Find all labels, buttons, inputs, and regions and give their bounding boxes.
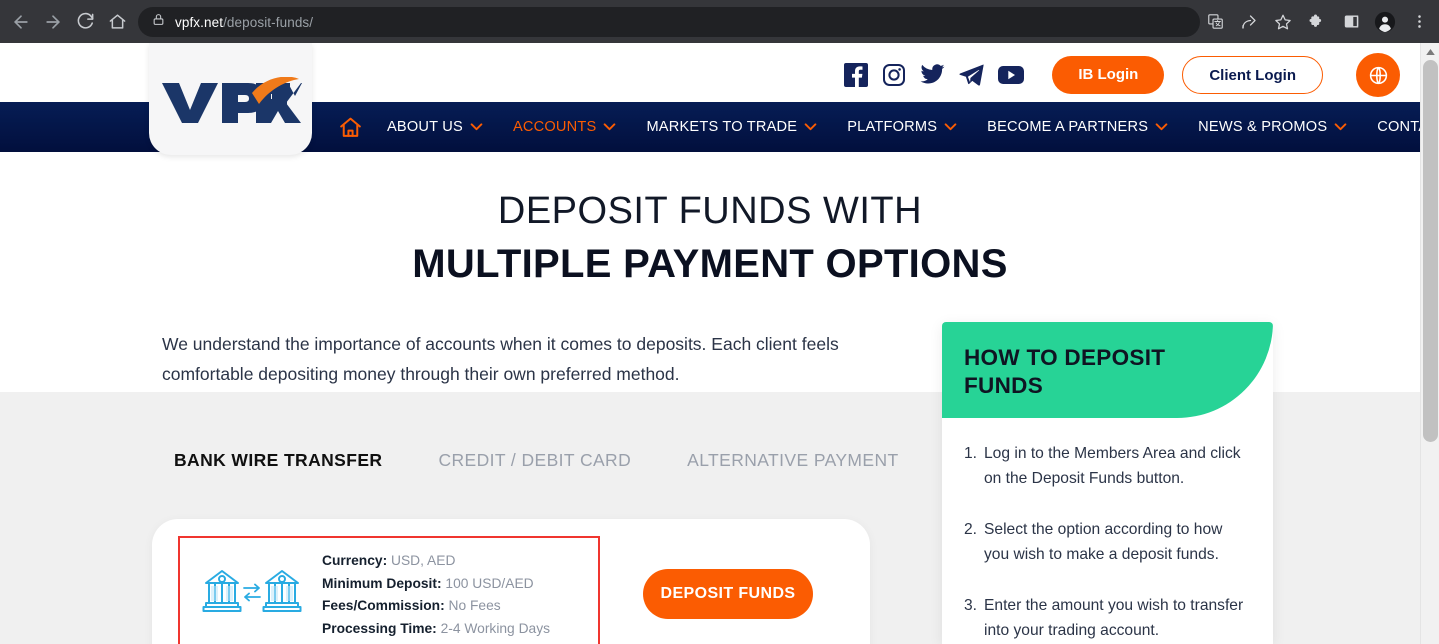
twitter-icon[interactable] [920, 64, 945, 86]
step-text: Select the option according to how you w… [984, 521, 1223, 563]
detail-value: 2-4 Working Days [440, 620, 551, 636]
share-icon[interactable] [1233, 6, 1265, 38]
payment-method-tabs: BANK WIRE TRANSFER CREDIT / DEBIT CARD A… [174, 450, 899, 471]
star-icon[interactable] [1267, 6, 1299, 38]
nav-item-about-us[interactable]: ABOUT US [387, 119, 483, 135]
how-to-deposit-panel: HOW TO DEPOSIT FUNDS 1. Log in to the Me… [942, 322, 1273, 644]
step-text: Log in to the Members Area and click on … [984, 445, 1241, 487]
nav-item-become-a-partners[interactable]: BECOME A PARTNERS [987, 119, 1168, 135]
step-item: 1. Log in to the Members Area and click … [964, 441, 1251, 491]
nav-label: BECOME A PARTNERS [987, 119, 1149, 135]
step-number: 2. [964, 521, 978, 538]
detail-row-minimum-deposit: Minimum Deposit: 100 USD/AED [322, 573, 550, 596]
nav-item-platforms[interactable]: PLATFORMS [847, 119, 957, 135]
url-host: vpfx.net [175, 14, 224, 30]
back-arrow-icon[interactable] [6, 7, 36, 37]
nav-item-contact[interactable]: CONTACT [1377, 119, 1420, 135]
deposit-funds-button[interactable]: DEPOSIT FUNDS [643, 569, 813, 619]
how-to-deposit-steps: 1. Log in to the Members Area and click … [942, 418, 1273, 643]
nav-label: NEWS & PROMOS [1198, 119, 1328, 135]
page-title-line2: MULTIPLE PAYMENT OPTIONS [412, 242, 1008, 286]
social-links [844, 63, 1025, 87]
nav-home-icon[interactable] [338, 115, 363, 140]
nav-label: PLATFORMS [847, 119, 938, 135]
nav-label: MARKETS TO TRADE [646, 119, 798, 135]
step-number: 3. [964, 597, 978, 614]
how-to-deposit-header: HOW TO DEPOSIT FUNDS [942, 322, 1273, 418]
side-panel-icon[interactable] [1335, 6, 1367, 38]
detail-row-fees-commission: Fees/Commission: No Fees [322, 595, 550, 618]
detail-value: 100 USD/AED [445, 575, 534, 591]
chevron-down-icon [804, 123, 817, 131]
hero-paragraph: We understand the importance of accounts… [162, 334, 839, 384]
tab-credit-debit-card[interactable]: CREDIT / DEBIT CARD [438, 450, 631, 471]
address-bar[interactable]: vpfx.net/deposit-funds/ [138, 7, 1200, 37]
url-path: /deposit-funds/ [223, 14, 314, 30]
bank-wire-detail-rows: Currency: USD, AED Minimum Deposit: 100 … [322, 550, 550, 640]
reload-icon[interactable] [70, 7, 100, 37]
browser-nav-buttons [0, 7, 132, 37]
puzzle-icon[interactable] [1301, 6, 1333, 38]
tab-alternative-payment[interactable]: ALTERNATIVE PAYMENT [687, 450, 898, 471]
bank-transfer-icon [202, 565, 302, 626]
step-item: 3. Enter the amount you wish to transfer… [964, 593, 1251, 643]
detail-row-processing-time: Processing Time: 2-4 Working Days [322, 618, 550, 641]
payment-method-card: Currency: USD, AED Minimum Deposit: 100 … [152, 519, 870, 644]
detail-label: Currency: [322, 553, 388, 568]
step-text: Enter the amount you wish to transfer in… [984, 597, 1244, 639]
chevron-down-icon [604, 123, 616, 131]
chevron-down-icon [470, 123, 483, 131]
browser-toolbar: vpfx.net/deposit-funds/ [0, 0, 1439, 43]
detail-row-currency: Currency: USD, AED [322, 550, 550, 573]
nav-item-markets-to-trade[interactable]: MARKETS TO TRADE [646, 119, 817, 135]
translate-icon[interactable] [1199, 6, 1231, 38]
detail-label: Minimum Deposit: [322, 575, 442, 591]
nav-label: CONTACT [1377, 119, 1420, 135]
step-number: 1. [964, 445, 978, 462]
scrollbar-up-arrow[interactable] [1421, 43, 1439, 60]
browser-action-icons [1199, 0, 1435, 43]
nav-label: ABOUT US [387, 119, 463, 135]
globe-icon[interactable] [1356, 53, 1400, 97]
step-item: 2. Select the option according to how yo… [964, 517, 1251, 567]
telegram-icon[interactable] [959, 64, 984, 86]
site-logo[interactable] [149, 43, 312, 155]
tab-bank-wire-transfer[interactable]: BANK WIRE TRANSFER [174, 450, 382, 471]
how-to-deposit-title: HOW TO DEPOSIT FUNDS [964, 345, 1166, 398]
ib-login-button[interactable]: IB Login [1052, 56, 1165, 94]
nav-item-accounts[interactable]: ACCOUNTS [513, 119, 617, 135]
detail-value: No Fees [448, 598, 501, 613]
url-text: vpfx.net/deposit-funds/ [175, 15, 313, 30]
page-title-line1: DEPOSIT FUNDS WITH [497, 190, 923, 232]
top-bar-actions: IB Login Client Login [844, 53, 1400, 97]
page-viewport: IB Login Client Login ABOUT US ACCOUNTS … [0, 43, 1420, 644]
three-dot-menu-icon[interactable] [1403, 6, 1435, 38]
youtube-icon[interactable] [998, 65, 1025, 85]
detail-value: USD, AED [391, 553, 456, 568]
vpfx-logo-mark [161, 77, 302, 123]
profile-avatar-icon[interactable] [1369, 6, 1401, 38]
chevron-down-icon [944, 123, 957, 131]
home-icon[interactable] [102, 7, 132, 37]
chevron-down-icon [1155, 123, 1168, 131]
page-scrollbar[interactable] [1420, 43, 1439, 644]
nav-item-news-and-promos[interactable]: NEWS & PROMOS [1198, 119, 1347, 135]
detail-label: Fees/Commission: [322, 598, 445, 613]
site-top-bar: IB Login Client Login [0, 43, 1420, 155]
bank-wire-details-highlight: Currency: USD, AED Minimum Deposit: 100 … [178, 536, 600, 644]
scrollbar-thumb[interactable] [1423, 60, 1438, 442]
facebook-icon[interactable] [844, 63, 869, 87]
chevron-down-icon [1334, 123, 1347, 131]
instagram-icon[interactable] [882, 63, 906, 87]
lock-icon [152, 13, 165, 31]
forward-arrow-icon[interactable] [38, 7, 68, 37]
client-login-button[interactable]: Client Login [1182, 56, 1323, 94]
nav-label: ACCOUNTS [512, 119, 597, 135]
detail-label: Processing Time: [322, 620, 437, 636]
